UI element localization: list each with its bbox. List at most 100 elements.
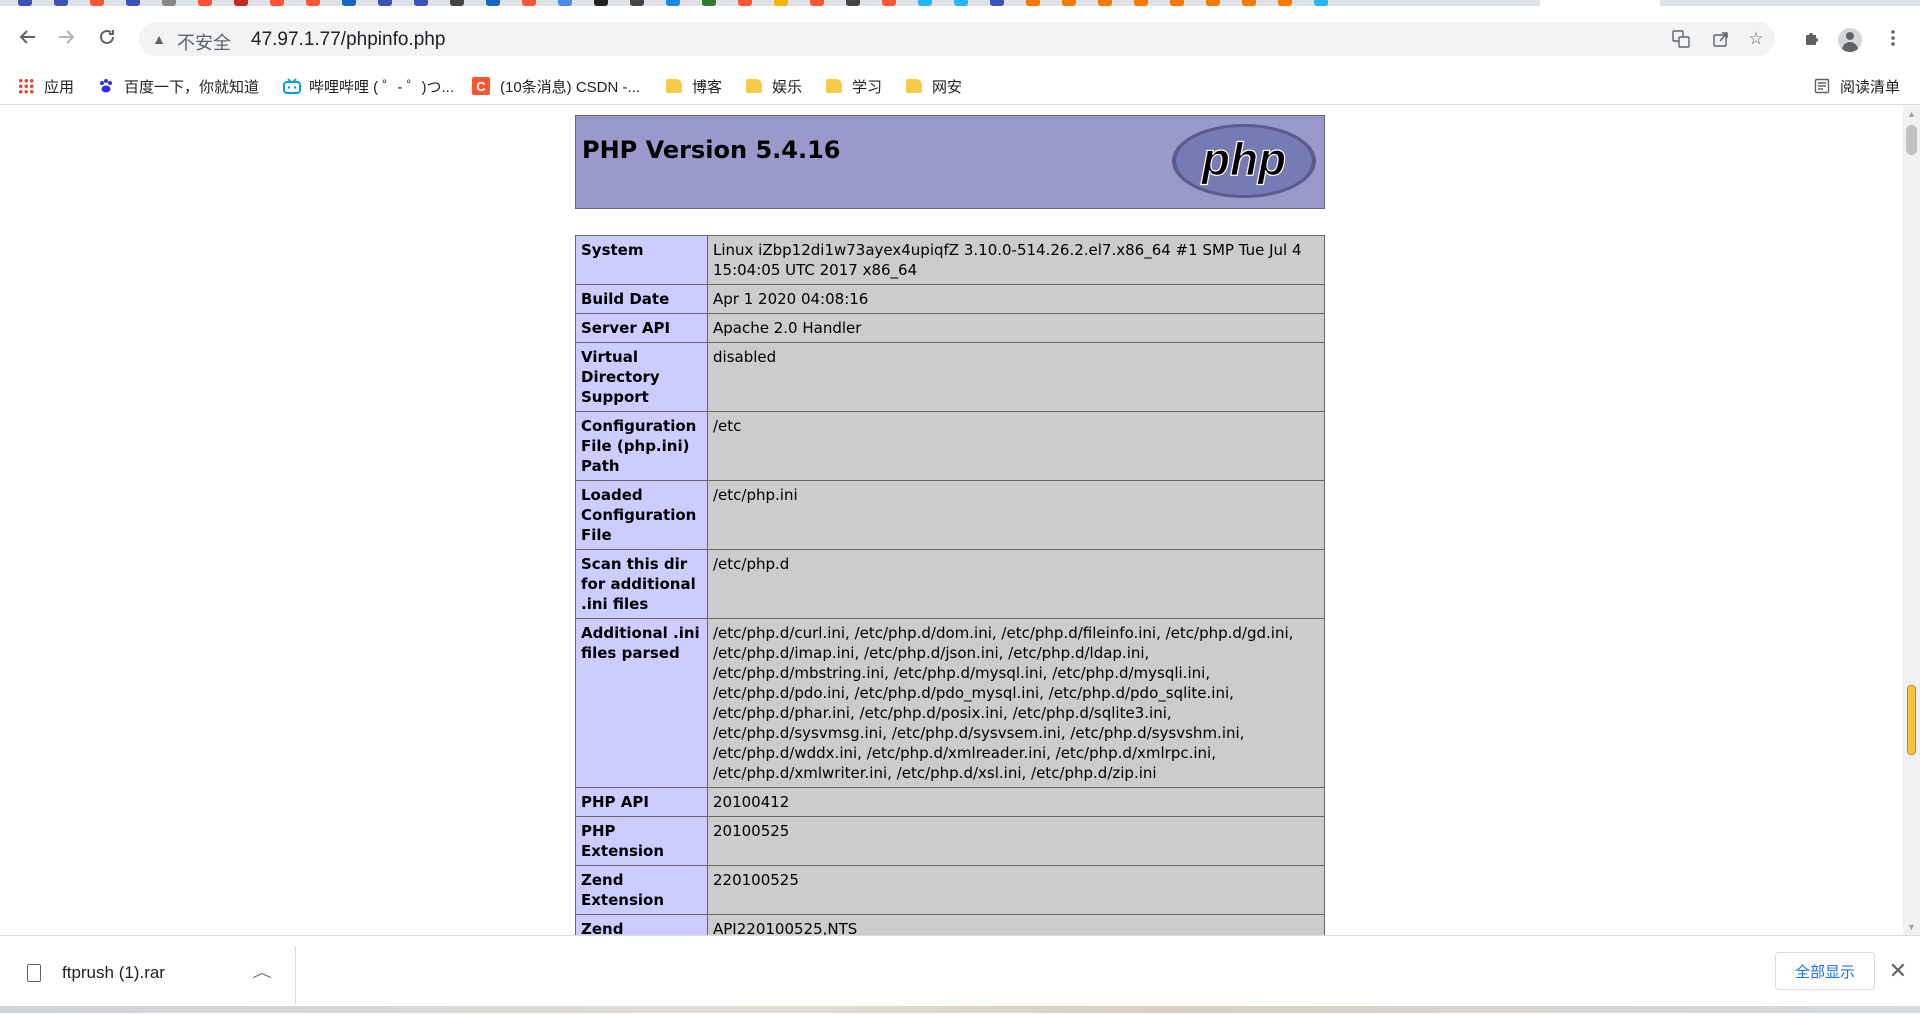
table-row: PHP Extension 20100525 <box>575 816 1325 866</box>
bookmark-label: 应用 <box>44 78 75 96</box>
extensions-puzzle-icon[interactable] <box>1797 23 1827 53</box>
row-value: 20100525 <box>707 816 1325 866</box>
url-text[interactable]: 47.97.1.77/phpinfo.php <box>251 29 445 51</box>
back-arrow-icon <box>19 30 35 44</box>
php-version-header: PHP Version 5.4.16 php <box>575 115 1325 209</box>
download-item[interactable]: ftprush (1).rar ︿ <box>0 946 296 1004</box>
folder-icon <box>746 79 762 93</box>
bookmark-label: 学习 <box>852 78 883 96</box>
row-key: Additional .ini files parsed <box>575 618 708 788</box>
translate-icon[interactable] <box>1669 29 1693 49</box>
table-row: System Linux iZbp12di1w73ayex4upiqfZ 3.10… <box>575 235 1325 285</box>
bookmark-csdn[interactable]: C (10条消息) CSDN -... <box>472 75 640 97</box>
row-key: Zend Extension Build <box>575 914 708 935</box>
row-value: /etc/php.d/curl.ini, /etc/php.d/dom.ini,… <box>707 618 1325 788</box>
row-key: Loaded Configuration File <box>575 480 708 550</box>
back-button[interactable] <box>12 21 44 53</box>
apps-grid-icon <box>18 78 34 94</box>
row-value: 20100412 <box>707 787 1325 817</box>
row-value: /etc/php.d <box>707 549 1325 619</box>
folder-icon <box>826 79 842 93</box>
bookmark-folder-blog[interactable]: 博客 <box>666 75 722 97</box>
bookmark-label: 博客 <box>692 78 723 96</box>
bookmarks-bar: 应用 百度一下，你就知道 哔哩哔哩 ( ゜- ゜)つ... C (10条消息) … <box>0 66 1920 105</box>
svg-text:php: php <box>1200 133 1286 185</box>
reading-list-button[interactable]: 阅读清单 <box>1814 75 1900 97</box>
bookmark-label: 百度一下，你就知道 <box>124 78 260 96</box>
row-key: Build Date <box>575 284 708 314</box>
show-all-downloads-button[interactable]: 全部显示 <box>1775 952 1875 990</box>
scroll-find-marker <box>1907 685 1916 755</box>
bilibili-tv-icon <box>283 78 301 94</box>
table-row: Server API Apache 2.0 Handler <box>575 313 1325 343</box>
table-row: Zend Extension 220100525 <box>575 865 1325 915</box>
profile-avatar[interactable] <box>1838 28 1862 52</box>
bookmark-star-icon[interactable]: ☆ <box>1744 29 1768 49</box>
phpinfo-container: PHP Version 5.4.16 php System Linux iZbp1… <box>575 115 1325 935</box>
php-info-table: System Linux iZbp12di1w73ayex4upiqfZ 3.10… <box>575 235 1325 935</box>
vertical-scrollbar[interactable]: ▲ ▼ <box>1903 105 1920 935</box>
table-row: Configuration File (php.ini) Path/etc <box>575 411 1325 481</box>
bookmark-label: 网安 <box>932 78 963 96</box>
taskbar-strip <box>0 1006 1920 1013</box>
table-row: Loaded Configuration File/etc/php.ini <box>575 480 1325 550</box>
bookmark-label: 娱乐 <box>772 78 803 96</box>
scroll-up-arrow-icon[interactable]: ▲ <box>1903 105 1920 122</box>
bookmark-folder-study[interactable]: 学习 <box>826 75 882 97</box>
bookmark-label: 哔哩哔哩 ( ゜- ゜)つ... <box>309 78 454 96</box>
row-value: 220100525 <box>707 865 1325 915</box>
row-key: Virtual Directory Support <box>575 342 708 412</box>
reload-icon <box>100 29 114 44</box>
share-icon[interactable] <box>1709 29 1733 49</box>
bookmark-label: (10条消息) CSDN -... <box>500 78 641 96</box>
table-row: Zend Extension BuildAPI220100525,NTS <box>575 914 1325 935</box>
download-file-name[interactable]: ftprush (1).rar <box>62 963 165 983</box>
table-row: PHP API 20100412 <box>575 787 1325 817</box>
scroll-down-arrow-icon[interactable]: ▼ <box>1903 918 1920 935</box>
php-logo-icon[interactable]: php <box>1170 122 1318 200</box>
table-row: Virtual Directory Support disabled <box>575 342 1325 412</box>
page-title: PHP Version 5.4.16 <box>582 136 841 164</box>
page-viewport: PHP Version 5.4.16 php System Linux iZbp1… <box>0 105 1903 935</box>
bookmark-folder-entertainment[interactable]: 娱乐 <box>746 75 802 97</box>
chevron-up-icon[interactable]: ︿ <box>252 962 272 982</box>
table-row: Build Date Apr 1 2020 04:08:16 <box>575 284 1325 314</box>
row-value: disabled <box>707 342 1325 412</box>
forward-button[interactable] <box>50 21 82 53</box>
bookmark-baidu[interactable]: 百度一下，你就知道 <box>98 75 259 97</box>
table-row: Additional .ini files parsed/etc/php.d/c… <box>575 618 1325 788</box>
reload-button[interactable] <box>91 21 123 53</box>
row-value: Apr 1 2020 04:08:16 <box>707 284 1325 314</box>
row-key: Configuration File (php.ini) Path <box>575 411 708 481</box>
row-value: /etc/php.ini <box>707 480 1325 550</box>
row-value: Linux iZbp12di1w73ayex4upiqfZ 3.10.0-514… <box>707 235 1325 285</box>
folder-icon <box>906 79 922 93</box>
table-row: Scan this dir for additional .ini files /… <box>575 549 1325 619</box>
row-key: PHP Extension <box>575 816 708 866</box>
reading-list-label: 阅读清单 <box>1840 78 1901 96</box>
row-key: Server API <box>575 313 708 343</box>
row-key: Scan this dir for additional .ini files <box>575 549 708 619</box>
bookmark-bilibili[interactable]: 哔哩哔哩 ( ゜- ゜)つ... <box>283 75 454 97</box>
file-icon <box>27 964 41 982</box>
row-value: Apache 2.0 Handler <box>707 313 1325 343</box>
bookmark-apps[interactable]: 应用 <box>18 75 74 97</box>
row-key: System <box>575 235 708 285</box>
folder-icon <box>666 79 682 93</box>
address-bar[interactable]: ▲ 不安全 47.97.1.77/phpinfo.php ☆ <box>139 22 1775 56</box>
row-key: Zend Extension <box>575 865 708 915</box>
forward-arrow-icon <box>59 30 75 44</box>
row-key: PHP API <box>575 787 708 817</box>
security-status-label: 不安全 <box>177 33 231 53</box>
row-value: /etc <box>707 411 1325 481</box>
baidu-paw-icon <box>98 78 114 94</box>
download-shelf: ftprush (1).rar ︿ 全部显示 ✕ <box>0 935 1920 1014</box>
csdn-logo-icon: C <box>472 77 490 95</box>
warning-triangle-icon[interactable]: ▲ <box>149 29 169 49</box>
more-menu-icon[interactable] <box>1878 23 1908 53</box>
scrollbar-thumb[interactable] <box>1906 125 1917 155</box>
close-icon[interactable]: ✕ <box>1885 956 1911 986</box>
bookmark-folder-netsec[interactable]: 网安 <box>906 75 962 97</box>
row-value: API220100525,NTS <box>707 914 1325 935</box>
reading-list-icon <box>1814 78 1830 94</box>
